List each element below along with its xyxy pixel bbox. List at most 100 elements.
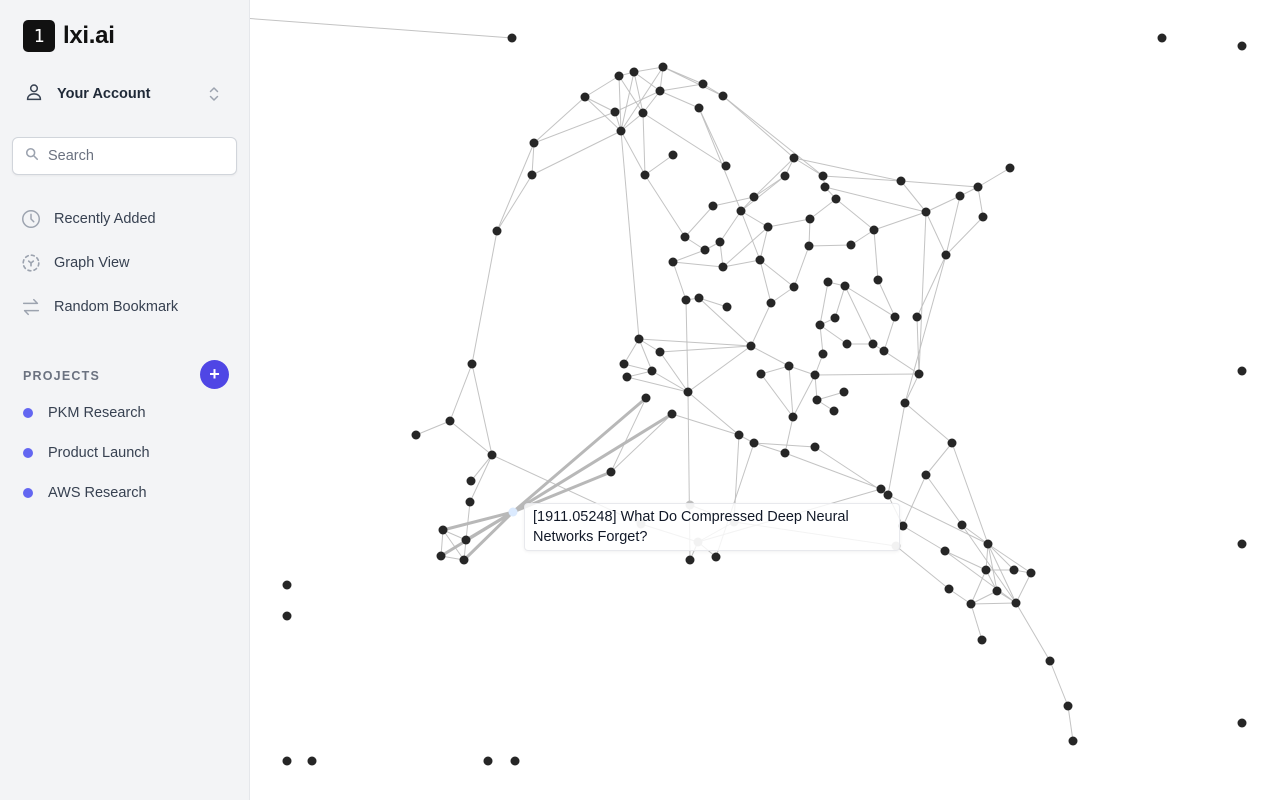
graph-node[interactable] (1011, 598, 1021, 608)
graph-node[interactable] (694, 293, 704, 303)
graph-node[interactable] (461, 535, 471, 545)
graph-node[interactable] (445, 416, 455, 426)
graph-node[interactable] (622, 372, 632, 382)
graph-node[interactable] (846, 240, 856, 250)
graph-node[interactable] (820, 182, 830, 192)
graph-node[interactable] (957, 520, 967, 530)
graph-node[interactable] (1237, 539, 1247, 549)
graph-node[interactable] (718, 91, 728, 101)
graph-node[interactable] (789, 153, 799, 163)
graph-node-hovered[interactable] (508, 507, 518, 517)
graph-node[interactable] (610, 107, 620, 117)
graph-node[interactable] (815, 320, 825, 330)
graph-svg[interactable] (250, 0, 1280, 800)
graph-node[interactable] (698, 79, 708, 89)
project-item-pkm-research[interactable]: PKM Research (23, 402, 150, 424)
graph-node[interactable] (641, 393, 651, 403)
graph-node[interactable] (876, 484, 886, 494)
graph-node[interactable] (780, 171, 790, 181)
graph-node[interactable] (619, 359, 629, 369)
graph-node[interactable] (655, 86, 665, 96)
graph-node[interactable] (668, 150, 678, 160)
graph-node[interactable] (681, 295, 691, 305)
graph-node[interactable] (614, 71, 624, 81)
graph-node[interactable] (465, 497, 475, 507)
graph-node[interactable] (940, 546, 950, 556)
graph-node[interactable] (711, 552, 721, 562)
graph-node[interactable] (977, 635, 987, 645)
graph-node[interactable] (921, 207, 931, 217)
graph-node[interactable] (467, 359, 477, 369)
graph-node[interactable] (510, 756, 520, 766)
sidebar-item-graph-view[interactable]: Graph View (20, 250, 178, 276)
graph-node[interactable] (868, 339, 878, 349)
graph-node[interactable] (307, 756, 317, 766)
search-input[interactable] (48, 148, 228, 164)
graph-node[interactable] (606, 467, 616, 477)
graph-node[interactable] (978, 212, 988, 222)
graph-node[interactable] (282, 756, 292, 766)
graph-node[interactable] (694, 103, 704, 113)
graph-node[interactable] (1237, 366, 1247, 376)
graph-node[interactable] (883, 490, 893, 500)
graph-node[interactable] (788, 412, 798, 422)
graph-node[interactable] (655, 347, 665, 357)
sidebar-item-recently-added[interactable]: Recently Added (20, 206, 178, 232)
graph-node[interactable] (680, 232, 690, 242)
graph-node[interactable] (487, 450, 497, 460)
graph-node[interactable] (667, 409, 677, 419)
add-project-button[interactable]: + (200, 360, 229, 389)
graph-node[interactable] (912, 312, 922, 322)
graph-node[interactable] (914, 369, 924, 379)
graph-node[interactable] (1026, 568, 1036, 578)
graph-node[interactable] (900, 398, 910, 408)
graph-node[interactable] (921, 470, 931, 480)
graph-node[interactable] (981, 565, 991, 575)
graph-node[interactable] (823, 277, 833, 287)
graph-node[interactable] (282, 580, 292, 590)
graph-node[interactable] (1068, 736, 1078, 746)
sidebar-item-random-bookmark[interactable]: Random Bookmark (20, 294, 178, 320)
graph-node[interactable] (629, 67, 639, 77)
graph-node[interactable] (818, 171, 828, 181)
graph-node[interactable] (890, 312, 900, 322)
graph-node[interactable] (1237, 718, 1247, 728)
search-box[interactable] (12, 137, 237, 175)
graph-node[interactable] (869, 225, 879, 235)
graph-node[interactable] (459, 555, 469, 565)
graph-node[interactable] (839, 387, 849, 397)
graph-node[interactable] (1045, 656, 1055, 666)
graph-node[interactable] (746, 341, 756, 351)
graph-node[interactable] (638, 108, 648, 118)
graph-node[interactable] (700, 245, 710, 255)
graph-node[interactable] (873, 275, 883, 285)
graph-node[interactable] (721, 161, 731, 171)
graph-node[interactable] (668, 257, 678, 267)
graph-node[interactable] (708, 201, 718, 211)
graph-node[interactable] (763, 222, 773, 232)
graph-node[interactable] (818, 349, 828, 359)
graph-node[interactable] (685, 555, 695, 565)
graph-node[interactable] (1237, 41, 1247, 51)
graph-node[interactable] (941, 250, 951, 260)
graph-node[interactable] (411, 430, 421, 440)
graph-node[interactable] (580, 92, 590, 102)
graph-node[interactable] (492, 226, 502, 236)
graph-node[interactable] (842, 339, 852, 349)
graph-node[interactable] (683, 387, 693, 397)
graph-node[interactable] (804, 241, 814, 251)
graph-node[interactable] (755, 255, 765, 265)
graph-node[interactable] (944, 584, 954, 594)
graph-node[interactable] (527, 170, 537, 180)
graph-canvas[interactable] (250, 0, 1280, 800)
graph-node[interactable] (992, 586, 1002, 596)
graph-node[interactable] (973, 182, 983, 192)
graph-node[interactable] (830, 313, 840, 323)
graph-node[interactable] (640, 170, 650, 180)
graph-node[interactable] (1009, 565, 1019, 575)
graph-node[interactable] (812, 395, 822, 405)
logo[interactable]: 1 lxi.ai (23, 20, 115, 52)
graph-node[interactable] (947, 438, 957, 448)
graph-node[interactable] (438, 525, 448, 535)
graph-node[interactable] (810, 370, 820, 380)
